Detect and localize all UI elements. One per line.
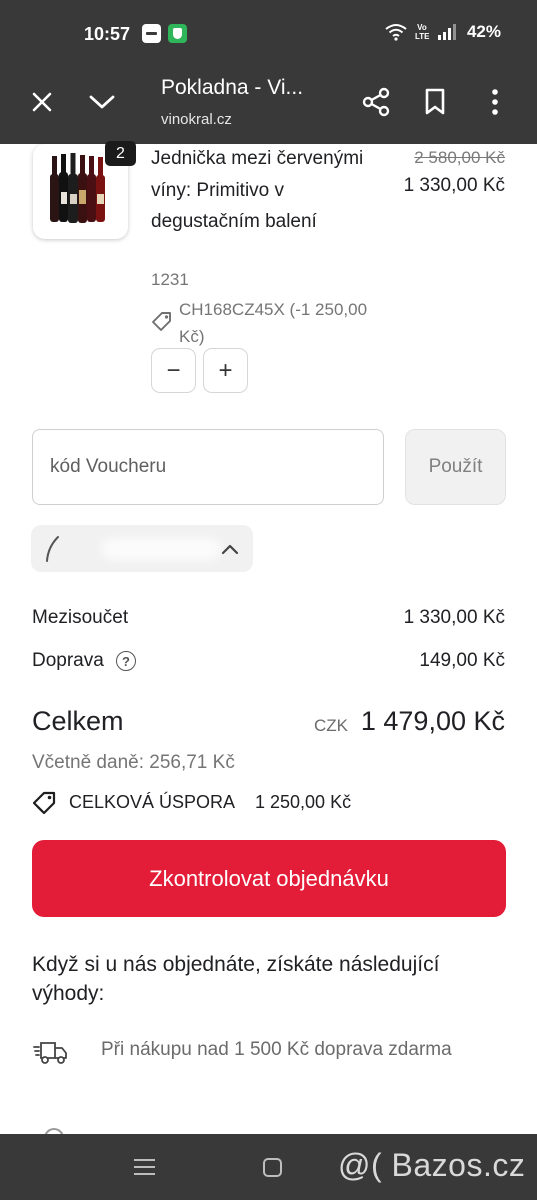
subtotal-value: 1 330,00 Kč [403, 607, 505, 628]
browser-toolbar: Pokladna - Vi... vinokral.cz [0, 66, 537, 144]
quantity-badge: 2 [105, 141, 136, 166]
apply-voucher-button[interactable]: Použít [405, 429, 506, 505]
shield-notification-icon [168, 24, 187, 43]
status-time: 10:57 [84, 24, 131, 44]
more-vert-icon[interactable] [473, 80, 517, 124]
share-icon[interactable] [354, 80, 398, 124]
total-label: Celkem [32, 706, 124, 736]
blurred-content [101, 538, 221, 560]
bookmark-icon[interactable] [413, 80, 457, 124]
savings-value: 1 250,00 Kč [255, 792, 352, 812]
chevron-down-icon[interactable] [80, 80, 124, 124]
subtotal-label: Mezisoučet [32, 607, 129, 628]
page-url: vinokral.cz [161, 111, 232, 128]
chevron-up-icon[interactable] [221, 543, 239, 555]
signal-icon [437, 24, 456, 40]
price-current: 1 330,00 Kč [403, 175, 505, 196]
product-sku: 1231 [151, 270, 189, 289]
status-indicators: Vo LTE 42% [385, 22, 501, 42]
voucher-input[interactable] [32, 429, 384, 505]
savings-tag-icon [32, 791, 56, 815]
quantity-decrease-button[interactable]: − [151, 348, 196, 393]
close-icon[interactable] [20, 80, 64, 124]
system-nav-bar: @( Bazos.cz [0, 1134, 537, 1200]
battery-level: 42% [466, 22, 501, 41]
recent-apps-icon[interactable] [134, 1159, 155, 1175]
page-title: Pokladna - Vi... [161, 76, 304, 99]
total-currency: CZK [314, 716, 348, 735]
shipping-value: 149,00 Kč [419, 650, 505, 671]
delivery-truck-icon [33, 1042, 67, 1064]
benefit-free-shipping: Při nákupu nad 1 500 Kč doprava zdarma [101, 1039, 452, 1060]
help-icon[interactable]: ? [116, 651, 136, 671]
watermark: @( Bazos.cz [338, 1147, 526, 1183]
swipe-back-icon [46, 536, 59, 562]
shipping-label: Doprava [32, 650, 104, 671]
total-value: 1 479,00 Kč [360, 706, 505, 736]
volte-indicator: Vo LTE [414, 23, 430, 41]
benefits-heading: Když si u nás objednáte, získáte následu… [32, 953, 440, 1005]
savings-label: CELKOVÁ ÚSPORA [69, 792, 236, 812]
home-icon[interactable] [263, 1158, 282, 1177]
wifi-icon [385, 24, 407, 41]
status-bar: 10:57 Vo LTE 42% [0, 0, 537, 66]
review-order-button[interactable]: Zkontrolovat objednávku [32, 840, 506, 917]
tax-info: Včetně daně: 256,71 Kč [32, 752, 235, 773]
tag-icon [152, 312, 171, 331]
applied-discount: CH168CZ45X (-1 250,00 Kč) [179, 300, 368, 346]
notification-app-icon [142, 24, 161, 43]
collapsible-section[interactable] [31, 525, 253, 572]
quantity-increase-button[interactable]: + [203, 348, 248, 393]
price-original: 2 580,00 Kč [414, 148, 505, 167]
product-name[interactable]: Jednička mezi červenými víny: Primitivo … [151, 143, 391, 238]
